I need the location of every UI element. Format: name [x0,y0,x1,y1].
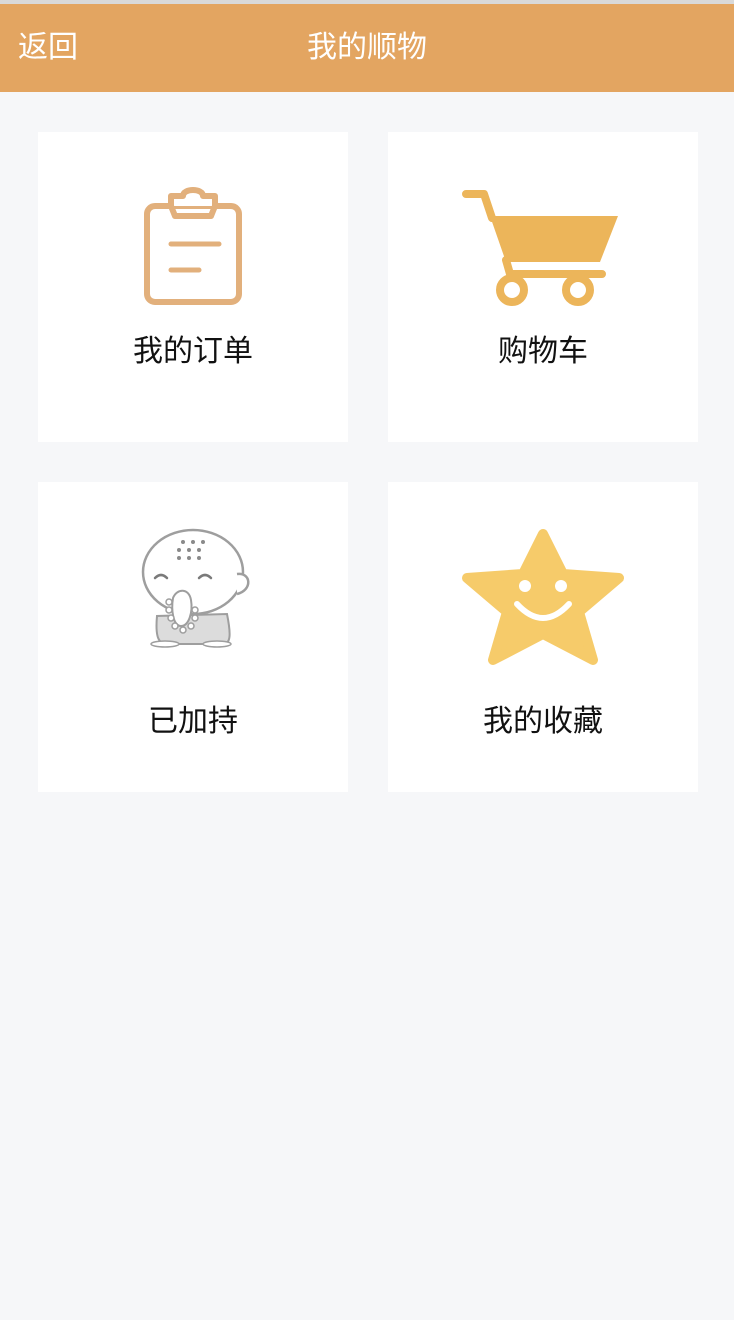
praying-monk-icon [38,526,348,652]
cart-label: 购物车 [498,334,588,369]
favorites-tile[interactable]: 我的收藏 [388,482,698,792]
smiling-star-icon [388,528,698,666]
shopping-cart-icon [388,188,698,306]
blessed-tile[interactable]: 已加持 [38,482,348,792]
nav-bar: 返回 我的顺物 [0,4,734,92]
favorites-label: 我的收藏 [483,704,603,739]
clipboard-icon [38,186,348,308]
cart-tile[interactable]: 购物车 [388,132,698,442]
orders-tile[interactable]: 我的订单 [38,132,348,442]
page-title: 我的顺物 [307,30,427,65]
blessed-label: 已加持 [148,704,238,739]
orders-label: 我的订单 [133,334,253,369]
